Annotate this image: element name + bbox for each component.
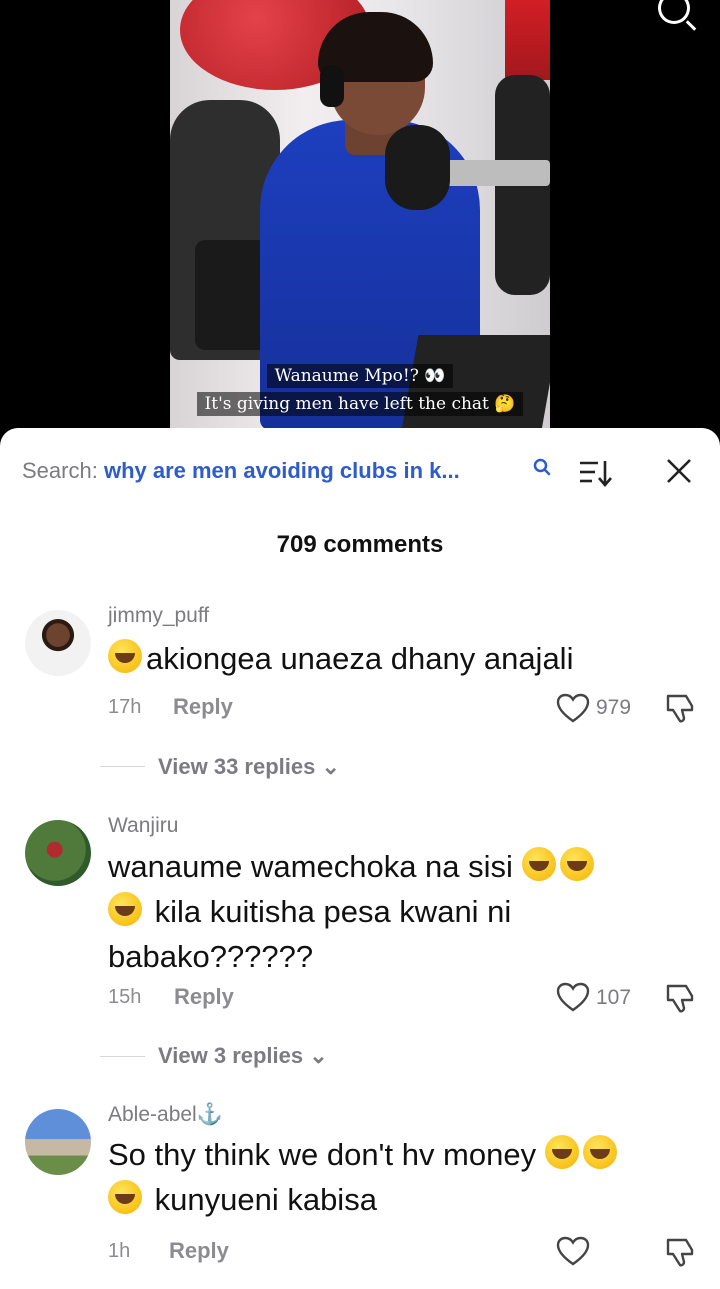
dislike-icon[interactable] [664,982,698,1014]
laughing-emoji-icon [108,639,142,673]
comment-text: wanaume wamechoka na sisi kila kuitisha … [108,844,698,979]
rofl-emoji-icon [108,892,142,926]
dislike-icon[interactable] [664,692,698,724]
comment-username[interactable]: Able-abel⚓ [108,1103,223,1127]
comment-username[interactable]: Wanjiru [108,814,178,838]
view-replies-button[interactable]: View 3 replies ⌄ [158,1043,328,1069]
related-search[interactable]: Search: why are men avoiding clubs in k.… [22,458,562,484]
heart-icon[interactable] [556,982,590,1012]
rofl-emoji-icon [521,847,556,881]
search-query[interactable]: why are men avoiding clubs in k... [104,458,460,483]
video-caption-2: It's giving men have left the chat 🤔 [170,392,550,416]
divider [100,1056,145,1057]
avatar[interactable] [25,1109,91,1175]
avatar[interactable] [25,610,91,676]
heart-icon[interactable] [556,693,590,723]
comment-time: 15h [108,986,142,1008]
view-replies-button[interactable]: View 33 replies ⌄ [158,754,340,780]
video-caption-1: Wanaume Mpo!? 👀 [170,364,550,388]
microphone [385,125,450,210]
video-frame[interactable]: Wanaume Mpo!? 👀 It's giving men have lef… [170,0,550,430]
rofl-emoji-icon [544,1135,579,1169]
comments-panel: Search: why are men avoiding clubs in k.… [0,428,720,1289]
search-icon[interactable] [658,0,690,24]
reply-button[interactable]: Reply [169,1238,229,1264]
rofl-emoji-icon [108,1180,142,1214]
like-count: 107 [596,986,632,1009]
reply-button[interactable]: Reply [173,694,233,720]
dislike-icon[interactable] [664,1236,698,1268]
mic-arm [435,160,550,186]
avatar[interactable] [25,820,91,886]
divider [100,766,145,767]
comment-time: 17h [108,696,142,718]
heart-icon[interactable] [556,1236,590,1266]
comment-count: 709 comments [276,531,444,558]
studio-red-panel [505,0,550,80]
sort-icon[interactable] [578,458,612,488]
rofl-emoji-icon [559,847,594,881]
comment-text: akiongea unaeza dhany anajali [108,636,698,681]
comment-username[interactable]: jimmy_puff [108,604,209,628]
comment-time: 1h [108,1240,131,1262]
reply-button[interactable]: Reply [174,984,234,1010]
video-player[interactable]: Wanaume Mpo!? 👀 It's giving men have lef… [0,0,720,440]
search-label: Search: [22,458,98,483]
rofl-emoji-icon [582,1135,617,1169]
comment-text: So thy think we don't hv money kunyueni … [108,1132,698,1222]
headphones [320,65,344,107]
search-icon[interactable] [533,458,551,480]
close-icon[interactable] [664,456,694,486]
like-count: 979 [596,696,632,719]
